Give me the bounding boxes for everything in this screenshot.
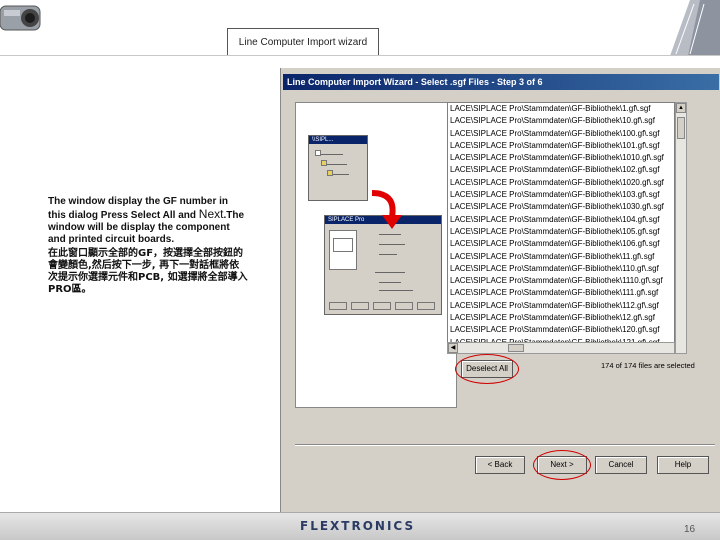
file-list-item[interactable]: LACE\SIPLACE Pro\Stammdaten\GF-Bibliothe… [448, 214, 674, 226]
scroll-left-icon[interactable]: ◀ [448, 343, 458, 353]
file-list-item[interactable]: LACE\SIPLACE Pro\Stammdaten\GF-Bibliothe… [448, 251, 674, 263]
file-list-item[interactable]: LACE\SIPLACE Pro\Stammdaten\GF-Bibliothe… [448, 300, 674, 312]
projector-icon [0, 5, 41, 31]
help-button[interactable]: Help [657, 456, 709, 474]
file-list-item[interactable]: LACE\SIPLACE Pro\Stammdaten\GF-Bibliothe… [448, 201, 674, 213]
file-list-item[interactable]: LACE\SIPLACE Pro\Stammdaten\GF-Bibliothe… [448, 263, 674, 275]
file-list-item[interactable]: LACE\SIPLACE Pro\Stammdaten\GF-Bibliothe… [448, 275, 674, 287]
vertical-scroll-thumb[interactable] [677, 117, 685, 139]
deselect-highlight-ring [455, 354, 519, 384]
caption-chinese: 在此窗口顯示全部的GF，按選擇全部按鈕的會變顏色,然后按下一步, 再下一對話框將… [48, 248, 248, 295]
horizontal-scroll-thumb[interactable] [508, 344, 524, 352]
file-list-item[interactable]: LACE\SIPLACE Pro\Stammdaten\GF-Bibliothe… [448, 312, 674, 324]
wizard-screenshot: Line Computer Import Wizard - Select .sg… [280, 68, 720, 512]
file-list-item[interactable]: LACE\SIPLACE Pro\Stammdaten\GF-Bibliothe… [448, 177, 674, 189]
cancel-button[interactable]: Cancel [595, 456, 647, 474]
header-divider [0, 55, 720, 56]
next-highlight-ring [533, 450, 591, 480]
footer-logo: FLEXTRONICS [300, 519, 416, 533]
file-list-item[interactable]: LACE\SIPLACE Pro\Stammdaten\GF-Bibliothe… [448, 115, 674, 127]
file-list-item[interactable]: LACE\SIPLACE Pro\Stammdaten\GF-Bibliothe… [448, 287, 674, 299]
file-list-item[interactable]: LACE\SIPLACE Pro\Stammdaten\GF-Bibliothe… [448, 164, 674, 176]
back-button[interactable]: < Back [475, 456, 525, 474]
file-list-item[interactable]: LACE\SIPLACE Pro\Stammdaten\GF-Bibliothe… [448, 238, 674, 250]
slide-caption: The window display the GF number in this… [48, 196, 248, 296]
file-list-horizontal-scrollbar[interactable]: ◀ [447, 342, 675, 354]
file-list-item[interactable]: LACE\SIPLACE Pro\Stammdaten\GF-Bibliothe… [448, 103, 674, 115]
dialog-separator [295, 444, 715, 446]
file-list-vertical-scrollbar[interactable]: ▲ [675, 102, 687, 354]
wizard-illustration: \\SIPL... SIPLACE Pro [295, 102, 457, 408]
mini-tree-window: \\SIPL... [308, 135, 368, 201]
file-list-item[interactable]: LACE\SIPLACE Pro\Stammdaten\GF-Bibliothe… [448, 128, 674, 140]
slide-title: Line Computer Import wizard [227, 28, 379, 56]
file-list-item[interactable]: LACE\SIPLACE Pro\Stammdaten\GF-Bibliothe… [448, 140, 674, 152]
file-list-item[interactable]: LACE\SIPLACE Pro\Stammdaten\GF-Bibliothe… [448, 226, 674, 238]
red-arrow-icon [371, 190, 402, 229]
file-list-item[interactable]: LACE\SIPLACE Pro\Stammdaten\GF-Bibliothe… [448, 152, 674, 164]
file-list-item[interactable]: LACE\SIPLACE Pro\Stammdaten\GF-Bibliothe… [448, 324, 674, 336]
selection-status: 174 of 174 files are selected [601, 361, 695, 370]
file-list-item[interactable]: LACE\SIPLACE Pro\Stammdaten\GF-Bibliothe… [448, 189, 674, 201]
wizard-title-bar: Line Computer Import Wizard - Select .sg… [283, 74, 719, 90]
page-number: 16 [684, 524, 696, 535]
caption-next-word: Next [198, 207, 224, 221]
corner-decoration-icon [670, 0, 720, 56]
sgf-file-list[interactable]: LACE\SIPLACE Pro\Stammdaten\GF-Bibliothe… [447, 102, 675, 354]
scroll-up-icon[interactable]: ▲ [676, 103, 686, 113]
